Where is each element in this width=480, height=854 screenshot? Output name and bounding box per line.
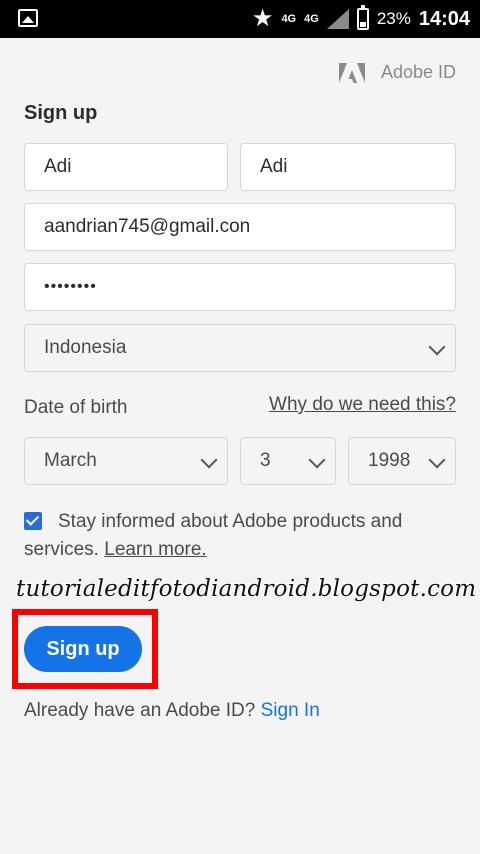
password-field[interactable]: •••••••• [24, 263, 456, 311]
dob-day-select[interactable]: 3 [240, 437, 336, 485]
adobe-logo-icon [338, 62, 365, 83]
clock: 14:04 [418, 7, 470, 30]
network-label-2: 4G [304, 12, 319, 25]
star-icon: ★ [251, 5, 274, 32]
battery-percent: 23% [376, 9, 411, 28]
brand: Adobe ID [338, 62, 456, 83]
country-value: Indonesia [44, 337, 127, 358]
first-name-value: Adi [44, 156, 72, 177]
consent-label: Stay informed about Adobe products and s… [24, 511, 403, 560]
network-indicator-2: 4G [304, 12, 319, 25]
first-name-field[interactable]: Adi [24, 143, 228, 191]
sign-up-button[interactable]: Sign up [24, 626, 142, 672]
last-name-value: Adi [260, 156, 288, 177]
image-icon [18, 9, 38, 27]
watermark-text: tutorialeditfotodiandroid.blogspot.com [16, 576, 477, 602]
chevron-down-icon [308, 451, 326, 469]
sign-in-prompt-text: Already have an Adobe ID? [24, 700, 256, 721]
chevron-down-icon [200, 451, 218, 469]
battery-icon [356, 5, 369, 30]
network-label-1: 4G [281, 12, 297, 25]
why-link[interactable]: Why do we need this? [269, 394, 456, 416]
learn-more-link[interactable]: Learn more. [104, 539, 206, 560]
chevron-down-icon [428, 451, 446, 469]
last-name-field[interactable]: Adi [240, 143, 456, 191]
email-field[interactable]: aandrian745@gmail.con [24, 203, 456, 251]
country-select[interactable]: Indonesia [24, 324, 456, 372]
network-indicator: 4G [281, 12, 297, 25]
dob-month-value: March [44, 450, 97, 471]
status-bar: ★ 4G 4G 23% 14:04 [0, 0, 480, 38]
dob-year-value: 1998 [368, 450, 411, 471]
signal-icon [326, 9, 349, 29]
brand-label: Adobe ID [380, 62, 456, 82]
page-title: Sign up [24, 102, 98, 124]
dob-year-select[interactable]: 1998 [348, 437, 456, 485]
status-bar-right: ★ 4G 4G 23% 14:04 [252, 0, 470, 38]
password-mask: •••••••• [44, 278, 97, 295]
email-value: aandrian745@gmail.con [44, 216, 251, 237]
sign-in-prompt: Already have an Adobe ID? Sign In [24, 700, 320, 722]
dob-label: Date of birth [24, 397, 128, 418]
dob-day-value: 3 [260, 450, 271, 471]
chevron-down-icon [428, 338, 446, 356]
sign-in-link[interactable]: Sign In [261, 700, 320, 721]
dob-month-select[interactable]: March [24, 437, 228, 485]
consent-text: Stay informed about Adobe products and s… [24, 508, 456, 564]
